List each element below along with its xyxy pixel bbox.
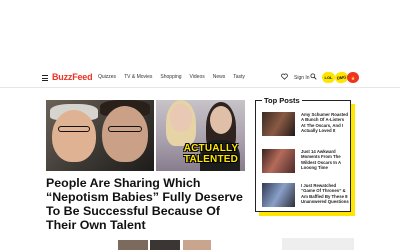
feed-thumbnail[interactable] <box>118 240 148 250</box>
ad-placeholder <box>282 238 354 250</box>
nav-tv-movies[interactable]: TV & Movies <box>124 74 152 80</box>
hero-image-left[interactable] <box>46 100 154 171</box>
glasses-shape <box>108 126 142 132</box>
post-thumbnail[interactable] <box>262 149 295 173</box>
nav-shopping[interactable]: Shopping <box>160 74 181 80</box>
heart-icon[interactable] <box>281 73 288 80</box>
top-post-item[interactable]: Amy Schumer Roasted A Bunch Of A-Listers… <box>262 112 348 138</box>
feed-thumbnail[interactable] <box>150 240 180 250</box>
nav-videos[interactable]: Videos <box>190 74 205 80</box>
top-post-item[interactable]: Just 14 Awkward Moments From The Wildest… <box>262 149 348 175</box>
fire-badge[interactable]: 🔥 <box>347 72 359 83</box>
sign-in-link[interactable]: Sign In <box>294 75 310 81</box>
main-nav: Quizzes TV & Movies Shopping Videos News… <box>98 74 245 80</box>
post-thumbnail[interactable] <box>262 112 295 136</box>
nav-tasty[interactable]: Tasty <box>233 74 245 80</box>
post-thumbnail[interactable] <box>262 183 295 207</box>
lol-badge[interactable]: LOL <box>322 72 335 83</box>
top-posts-panel: Top Posts Amy Schumer Roasted A Bunch Of… <box>255 96 351 212</box>
nav-news[interactable]: News <box>213 74 226 80</box>
top-posts-title: Top Posts <box>262 96 302 105</box>
hero-headline[interactable]: People Are Sharing Which “Nepotism Babie… <box>46 176 252 232</box>
glasses-shape <box>58 126 90 132</box>
nav-quizzes[interactable]: Quizzes <box>98 74 116 80</box>
feed-thumbnail[interactable] <box>183 240 211 250</box>
site-header: BuzzFeed Quizzes TV & Movies Shopping Vi… <box>0 68 400 88</box>
hero-image-right[interactable]: ACTUALLY TALENTED <box>156 100 245 171</box>
top-post-item[interactable]: I Just Rewatched “Game Of Thrones” & Am … <box>262 183 349 209</box>
image-caption: ACTUALLY TALENTED <box>183 143 239 165</box>
post-title[interactable]: Amy Schumer Roasted A Bunch Of A-Listers… <box>301 112 349 134</box>
search-icon[interactable] <box>310 73 317 80</box>
post-title[interactable]: Just 14 Awkward Moments From The Wildest… <box>301 149 349 171</box>
post-title[interactable]: I Just Rewatched “Game Of Thrones” & Am … <box>301 183 349 205</box>
menu-icon[interactable] <box>42 75 48 81</box>
buzzfeed-logo[interactable]: BuzzFeed <box>52 72 93 82</box>
